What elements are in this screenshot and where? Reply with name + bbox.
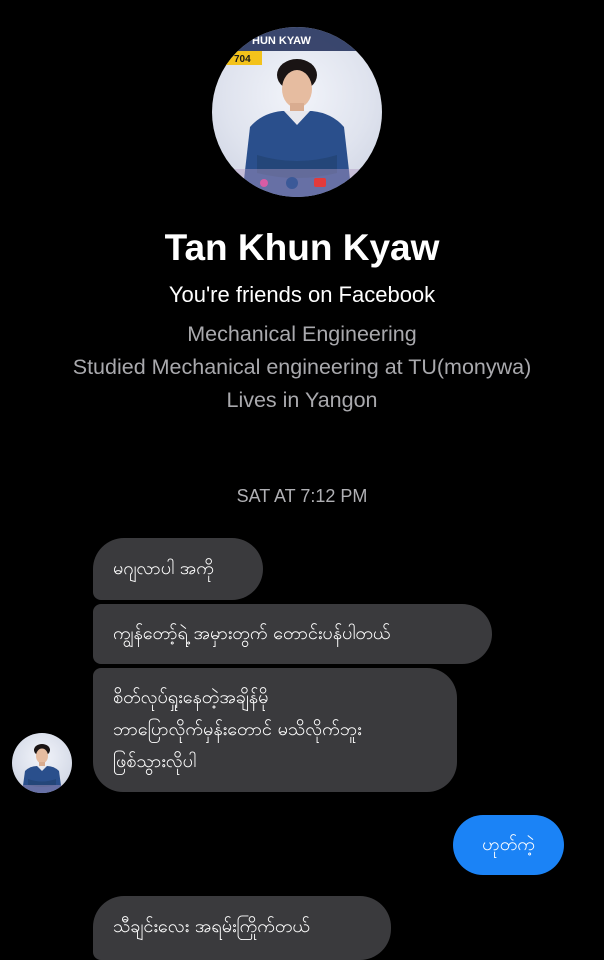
contact-name: Tan Khun Kyaw bbox=[164, 227, 440, 268]
info-work: Mechanical Engineering bbox=[187, 322, 417, 346]
avatar-badge-text: 704 bbox=[234, 54, 251, 65]
sender-avatar[interactable] bbox=[12, 733, 72, 793]
message-timestamp: SAT AT 7:12 PM bbox=[236, 486, 368, 506]
message-text: သီချင်းလေး အရမ်းကြိုက်တယ် bbox=[113, 916, 310, 937]
info-education: Studied Mechanical engineering at TU(mon… bbox=[72, 355, 532, 379]
profile-avatar[interactable]: HUN KYAW 704 bbox=[212, 27, 382, 197]
friends-status: You're friends on Facebook bbox=[168, 282, 436, 307]
message-bubble-incoming[interactable]: မဂျလာပါ အကို bbox=[93, 538, 263, 600]
message-bubble-incoming[interactable]: ကျွန်တော့်ရဲ့ အမှားတွက် တောင်းပန်ပါတယ် bbox=[93, 604, 492, 664]
message-bubble-incoming[interactable]: သီချင်းလေး အရမ်းကြိုက်တယ် bbox=[93, 896, 391, 960]
message-text: စိတ်လုပ်ရှုးနေတဲ့အချိန်မို ဘာပြောလိုက်မှ… bbox=[113, 687, 362, 772]
message-bubble-outgoing[interactable]: ဟုတ်ကဲ့ bbox=[453, 815, 564, 875]
sender-photo-icon bbox=[12, 744, 72, 793]
message-text: မဂျလာပါ အကို bbox=[113, 558, 214, 579]
message-bubble-incoming[interactable]: စိတ်လုပ်ရှုးနေတဲ့အချိန်မို ဘာပြောလိုက်မှ… bbox=[93, 668, 457, 792]
profile-photo-icon: HUN KYAW 704 bbox=[212, 27, 382, 197]
avatar-banner-text: HUN KYAW bbox=[252, 35, 311, 47]
message-text: ကျွန်တော့်ရဲ့ အမှားတွက် တောင်းပန်ပါတယ် bbox=[113, 623, 391, 644]
message-text: ဟုတ်ကဲ့ bbox=[482, 834, 535, 855]
info-location: Lives in Yangon bbox=[226, 388, 378, 412]
